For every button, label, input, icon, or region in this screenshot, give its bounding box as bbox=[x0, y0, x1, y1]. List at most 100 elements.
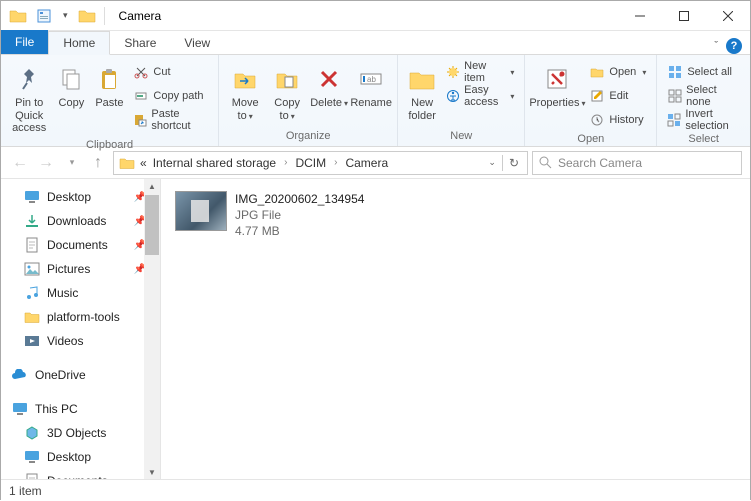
new-item-button[interactable]: New item▾ bbox=[442, 61, 518, 83]
copy-icon bbox=[55, 63, 87, 95]
tab-home[interactable]: Home bbox=[48, 31, 110, 55]
up-button[interactable]: ↑ bbox=[87, 152, 109, 174]
select-none-button[interactable]: Select none bbox=[663, 85, 744, 107]
this-pc-icon bbox=[11, 400, 29, 418]
copy-path-button[interactable]: Copy path bbox=[129, 85, 212, 107]
group-clipboard: Pin to Quick access Copy Paste Cut bbox=[1, 55, 219, 146]
scroll-up-icon[interactable]: ▲ bbox=[144, 179, 160, 193]
file-item[interactable]: IMG_20200602_134954 JPG File 4.77 MB bbox=[175, 191, 465, 240]
copy-to-button[interactable]: Copy to▾ bbox=[267, 61, 307, 124]
paste-shortcut-label: Paste shortcut bbox=[151, 108, 208, 132]
invert-selection-button[interactable]: Invert selection bbox=[663, 109, 744, 131]
scroll-down-icon[interactable]: ▼ bbox=[144, 465, 160, 479]
refresh-icon[interactable]: ↻ bbox=[509, 156, 519, 170]
qat-dropdown-icon[interactable]: ▾ bbox=[59, 10, 72, 21]
scrollbar-thumb[interactable] bbox=[145, 195, 159, 255]
search-input[interactable]: Search Camera bbox=[532, 151, 742, 175]
nav-3d-objects[interactable]: 3D Objects bbox=[1, 421, 160, 445]
forward-button[interactable]: → bbox=[35, 152, 57, 174]
nav-documents-pc[interactable]: Documents bbox=[1, 469, 160, 479]
navpane-scrollbar[interactable]: ▲ ▼ bbox=[144, 179, 160, 479]
onedrive-icon bbox=[11, 366, 29, 384]
rename-icon: ab bbox=[355, 63, 387, 95]
cut-button[interactable]: Cut bbox=[129, 61, 212, 83]
folder-small-icon bbox=[76, 5, 98, 27]
pin-to-quick-access-button[interactable]: Pin to Quick access bbox=[7, 61, 51, 137]
select-all-button[interactable]: Select all bbox=[663, 61, 744, 83]
videos-icon bbox=[23, 332, 41, 350]
open-label: Open bbox=[609, 66, 636, 78]
title-bar: ▾ Camera bbox=[1, 1, 750, 31]
tab-share[interactable]: Share bbox=[110, 32, 170, 54]
properties-overlay-icon[interactable] bbox=[33, 5, 55, 27]
new-folder-icon bbox=[406, 63, 438, 95]
easy-access-button[interactable]: Easy access▾ bbox=[442, 85, 518, 107]
move-to-button[interactable]: Move to▾ bbox=[225, 61, 265, 124]
paste-shortcut-button[interactable]: Paste shortcut bbox=[129, 109, 212, 131]
nav-desktop[interactable]: Desktop📌ˆ bbox=[1, 185, 160, 209]
chevron-right-icon[interactable]: › bbox=[330, 157, 341, 168]
copy-button[interactable]: Copy bbox=[53, 61, 89, 112]
ribbon-tabs: File Home Share View ˇ ? bbox=[1, 31, 750, 55]
minimize-button[interactable] bbox=[618, 1, 662, 31]
new-folder-button[interactable]: New folder bbox=[404, 61, 440, 124]
move-to-icon bbox=[229, 63, 261, 95]
desktop-icon bbox=[23, 188, 41, 206]
move-to-label: Move to▾ bbox=[227, 97, 263, 122]
invert-selection-label: Invert selection bbox=[685, 108, 740, 132]
group-organize-label: Organize bbox=[225, 128, 391, 144]
ribbon-collapse-icon[interactable]: ˇ bbox=[714, 40, 718, 52]
nav-videos[interactable]: Videos bbox=[1, 329, 160, 353]
breadcrumb-prefix[interactable]: « bbox=[138, 156, 149, 170]
maximize-button[interactable] bbox=[662, 1, 706, 31]
tab-file[interactable]: File bbox=[1, 30, 48, 54]
pictures-icon bbox=[23, 260, 41, 278]
nav-this-pc[interactable]: This PC bbox=[1, 397, 160, 421]
delete-button[interactable]: Delete▾ bbox=[309, 61, 349, 112]
group-organize: Move to▾ Copy to▾ Delete▾ ab Rename Orga… bbox=[219, 55, 398, 146]
rename-label: Rename bbox=[350, 97, 392, 110]
chevron-right-icon[interactable]: › bbox=[280, 157, 291, 168]
breadcrumb-seg3[interactable]: Camera bbox=[343, 156, 390, 170]
back-button[interactable]: ← bbox=[9, 152, 31, 174]
select-none-icon bbox=[667, 88, 682, 104]
breadcrumb-seg2[interactable]: DCIM bbox=[293, 156, 328, 170]
documents-icon bbox=[23, 236, 41, 254]
nav-downloads[interactable]: Downloads📌 bbox=[1, 209, 160, 233]
open-icon bbox=[589, 64, 605, 80]
copy-path-label: Copy path bbox=[153, 90, 203, 102]
breadcrumb-seg1[interactable]: Internal shared storage bbox=[151, 156, 278, 170]
recent-locations-dropdown[interactable]: ▾ bbox=[61, 152, 83, 174]
delete-icon bbox=[313, 63, 345, 95]
address-bar[interactable]: « Internal shared storage › DCIM › Camer… bbox=[113, 151, 528, 175]
folder-icon bbox=[23, 308, 41, 326]
paste-button[interactable]: Paste bbox=[91, 61, 127, 112]
tab-view[interactable]: View bbox=[170, 32, 224, 54]
close-button[interactable] bbox=[706, 1, 750, 31]
group-open: Properties▾ Open▾ Edit History Open bbox=[525, 55, 657, 146]
nav-music[interactable]: Music bbox=[1, 281, 160, 305]
file-name: IMG_20200602_134954 bbox=[235, 191, 364, 207]
search-placeholder: Search Camera bbox=[558, 156, 642, 170]
navigation-pane[interactable]: Desktop📌ˆ Downloads📌 Documents📌 Pictures… bbox=[1, 179, 161, 479]
address-dropdown-icon[interactable]: ⌄ bbox=[488, 157, 496, 168]
nav-onedrive[interactable]: OneDrive bbox=[1, 363, 160, 387]
file-type: JPG File bbox=[235, 207, 364, 223]
svg-text:ab: ab bbox=[367, 75, 376, 84]
help-icon[interactable]: ? bbox=[726, 38, 742, 54]
nav-desktop-pc[interactable]: Desktop bbox=[1, 445, 160, 469]
new-folder-label: New folder bbox=[406, 97, 438, 122]
content-pane[interactable]: IMG_20200602_134954 JPG File 4.77 MB bbox=[161, 179, 750, 479]
rename-button[interactable]: ab Rename bbox=[351, 61, 391, 112]
edit-button[interactable]: Edit bbox=[585, 85, 650, 107]
easy-access-icon bbox=[446, 88, 460, 104]
open-button[interactable]: Open▾ bbox=[585, 61, 650, 83]
nav-documents[interactable]: Documents📌 bbox=[1, 233, 160, 257]
music-icon bbox=[23, 284, 41, 302]
nav-platform-tools[interactable]: platform-tools bbox=[1, 305, 160, 329]
history-button[interactable]: History bbox=[585, 109, 650, 131]
nav-pictures[interactable]: Pictures📌 bbox=[1, 257, 160, 281]
folder-icon bbox=[7, 5, 29, 27]
properties-button[interactable]: Properties▾ bbox=[531, 61, 583, 112]
copy-label: Copy bbox=[59, 97, 85, 110]
